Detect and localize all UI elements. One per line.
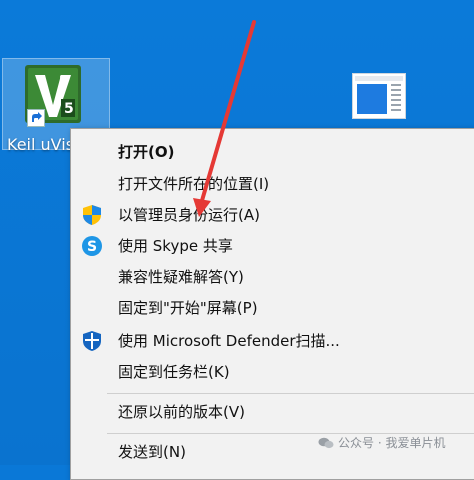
menu-item-open[interactable]: 打开(O): [71, 135, 474, 167]
menu-item-open-file-location[interactable]: 打开文件所在的位置(I): [71, 167, 474, 199]
menu-item-label: 使用 Microsoft Defender扫描...: [118, 331, 340, 350]
menu-item-share-skype[interactable]: S 使用 Skype 共享: [71, 229, 474, 261]
skype-icon: S: [82, 236, 102, 256]
menu-item-label: 使用 Skype 共享: [118, 236, 233, 255]
menu-item-label: 固定到"开始"屏幕(P): [118, 298, 258, 317]
defender-icon: [83, 331, 101, 351]
keil-icon-label: Keil uVis: [7, 135, 75, 154]
context-menu: 打开(O) 打开文件所在的位置(I) 以管理员身份运行(A) S 使用 Skyp…: [70, 128, 474, 480]
svg-text:S: S: [87, 239, 97, 255]
menu-item-pin-start[interactable]: 固定到"开始"屏幕(P): [71, 291, 474, 323]
menu-item-defender-scan[interactable]: 使用 Microsoft Defender扫描...: [71, 324, 474, 356]
menu-item-label: 以管理员身份运行(A): [118, 205, 260, 224]
svg-text:μ: μ: [59, 72, 69, 87]
wechat-icon: [318, 437, 334, 448]
menu-item-run-as-admin[interactable]: 以管理员身份运行(A): [71, 198, 474, 230]
menu-separator: [107, 393, 474, 394]
menu-item-label: 兼容性疑难解答(Y): [118, 267, 244, 286]
watermark-text: 公众号 · 我爱单片机: [338, 436, 446, 450]
menu-item-label: 发送到(N): [118, 442, 186, 461]
menu-item-restore-versions[interactable]: 还原以前的版本(V): [71, 395, 474, 427]
shortcut-arrow-icon: [27, 109, 45, 127]
menu-item-label: 还原以前的版本(V): [118, 402, 245, 421]
svg-text:5: 5: [64, 101, 74, 117]
menu-item-label: 固定到任务栏(K): [118, 362, 230, 381]
menu-item-pin-taskbar[interactable]: 固定到任务栏(K): [71, 355, 474, 387]
document-file-icon[interactable]: [352, 73, 406, 119]
menu-item-label: 打开(O): [118, 142, 175, 161]
menu-item-label: 打开文件所在的位置(I): [118, 174, 270, 193]
watermark: 公众号 · 我爱单片机: [318, 434, 445, 451]
menu-item-compatibility[interactable]: 兼容性疑难解答(Y): [71, 260, 474, 292]
shield-icon: [83, 205, 101, 225]
